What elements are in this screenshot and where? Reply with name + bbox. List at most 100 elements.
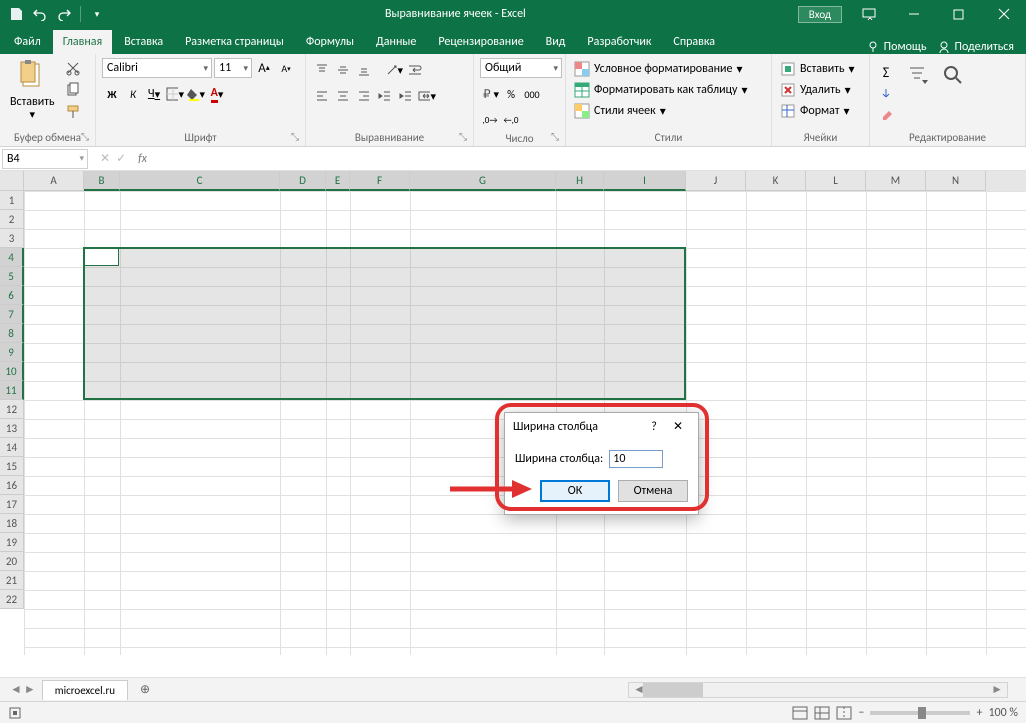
number-launcher-icon[interactable]: ⤡ — [548, 129, 562, 143]
redo-icon[interactable] — [54, 4, 74, 24]
tab-view[interactable]: Вид — [536, 30, 576, 54]
column-width-input[interactable] — [609, 450, 663, 468]
sheet-nav-prev-icon[interactable]: ◄ — [10, 682, 22, 697]
fx-icon[interactable]: fx — [138, 152, 147, 166]
row-header[interactable]: 17 — [0, 495, 24, 514]
row-header[interactable]: 12 — [0, 400, 24, 419]
font-size-combo[interactable]: 11 — [214, 58, 252, 78]
decrease-decimal-icon[interactable]: ←,0 — [501, 110, 521, 130]
cell-styles-button[interactable]: Стили ячеек▾ — [572, 102, 668, 120]
tab-home[interactable]: Главная — [53, 30, 112, 54]
italic-button[interactable]: К — [123, 84, 143, 104]
row-header[interactable]: 21 — [0, 571, 24, 590]
copy-icon[interactable] — [63, 80, 83, 100]
column-header[interactable]: I — [604, 171, 686, 191]
align-launcher-icon[interactable]: ⤡ — [456, 129, 470, 143]
underline-button[interactable]: Ч▾ — [144, 84, 164, 104]
font-color-icon[interactable]: А▾ — [207, 84, 227, 104]
tab-formulas[interactable]: Формулы — [296, 30, 364, 54]
record-macro-icon[interactable] — [8, 706, 22, 720]
row-header[interactable]: 20 — [0, 552, 24, 571]
dialog-close-icon[interactable]: ✕ — [666, 419, 690, 434]
zoom-slider[interactable] — [870, 711, 970, 715]
close-button[interactable] — [981, 0, 1026, 28]
wrap-text-icon[interactable] — [405, 60, 425, 80]
maximize-button[interactable] — [936, 0, 981, 28]
accept-formula-icon[interactable]: ✓ — [116, 151, 126, 166]
autosum-icon[interactable]: Σ — [876, 62, 896, 82]
row-header[interactable]: 3 — [0, 229, 24, 248]
column-header[interactable]: H — [556, 171, 604, 191]
align-middle-icon[interactable] — [333, 60, 353, 80]
save-icon[interactable] — [6, 4, 26, 24]
column-header[interactable]: C — [120, 171, 280, 191]
percent-icon[interactable]: % — [501, 84, 521, 104]
conditional-formatting-button[interactable]: Условное форматирование▾ — [572, 60, 744, 78]
row-header[interactable]: 8 — [0, 324, 24, 343]
view-layout-icon[interactable] — [814, 706, 830, 720]
align-top-icon[interactable] — [312, 60, 332, 80]
view-pagebreak-icon[interactable] — [836, 706, 852, 720]
tell-me-button[interactable]: Помощь — [866, 40, 927, 54]
column-header[interactable]: N — [926, 171, 986, 191]
sheet-nav-next-icon[interactable]: ► — [24, 682, 36, 697]
clipboard-launcher-icon[interactable]: ⤡ — [78, 129, 92, 143]
align-center-icon[interactable] — [333, 86, 353, 106]
row-header[interactable]: 10 — [0, 362, 24, 381]
increase-decimal-icon[interactable]: ,0→ — [480, 110, 500, 130]
font-launcher-icon[interactable]: ⤡ — [288, 129, 302, 143]
tab-file[interactable]: Файл — [4, 30, 51, 54]
sheet-tab[interactable]: microexcel.ru — [42, 680, 128, 700]
comma-icon[interactable]: 000 — [522, 84, 542, 104]
accounting-icon[interactable]: ₽▾ — [480, 84, 500, 104]
row-header[interactable]: 13 — [0, 419, 24, 438]
find-select-button[interactable] — [938, 62, 968, 88]
row-header[interactable]: 7 — [0, 305, 24, 324]
tab-layout[interactable]: Разметка страницы — [175, 30, 294, 54]
clear-icon[interactable] — [876, 106, 896, 126]
row-header[interactable]: 11 — [0, 381, 24, 400]
column-header[interactable]: D — [280, 171, 326, 191]
zoom-level[interactable]: 100 % — [988, 706, 1018, 720]
column-header[interactable]: E — [326, 171, 350, 191]
merge-icon[interactable]: ▾ — [417, 86, 437, 106]
row-header[interactable]: 14 — [0, 438, 24, 457]
cancel-formula-icon[interactable]: ✕ — [100, 151, 110, 166]
column-header[interactable]: G — [410, 171, 556, 191]
row-header[interactable]: 22 — [0, 590, 24, 609]
undo-icon[interactable] — [30, 4, 50, 24]
add-sheet-icon[interactable]: ⊕ — [134, 679, 156, 701]
delete-cells-button[interactable]: Удалить▾ — [778, 81, 853, 99]
ribbon-options-icon[interactable] — [846, 0, 891, 28]
row-header[interactable]: 4 — [0, 248, 24, 267]
tab-data[interactable]: Данные — [366, 30, 426, 54]
borders-icon[interactable]: ▾ — [165, 84, 185, 104]
sort-filter-button[interactable] — [902, 62, 932, 88]
column-header[interactable]: F — [350, 171, 410, 191]
align-bottom-icon[interactable] — [354, 60, 374, 80]
format-painter-icon[interactable] — [63, 102, 83, 122]
column-header[interactable]: K — [746, 171, 806, 191]
font-family-combo[interactable]: Calibri — [102, 58, 212, 78]
minimize-button[interactable] — [891, 0, 936, 28]
column-header[interactable]: A — [24, 171, 84, 191]
row-header[interactable]: 6 — [0, 286, 24, 305]
view-normal-icon[interactable] — [792, 706, 808, 720]
row-header[interactable]: 5 — [0, 267, 24, 286]
shrink-font-icon[interactable]: A▾ — [276, 58, 296, 78]
ok-button[interactable]: ОК — [540, 480, 610, 502]
grow-font-icon[interactable]: A▴ — [254, 58, 274, 78]
row-header[interactable]: 19 — [0, 533, 24, 552]
cancel-button[interactable]: Отмена — [618, 480, 688, 502]
tab-review[interactable]: Рецензирование — [428, 30, 533, 54]
column-header[interactable]: B — [84, 171, 120, 191]
insert-cells-button[interactable]: Вставить▾ — [778, 60, 857, 78]
orientation-icon[interactable]: ▾ — [384, 60, 404, 80]
increase-indent-icon[interactable] — [396, 86, 416, 106]
zoom-out-icon[interactable]: − — [858, 706, 864, 720]
paste-button[interactable]: Вставить▾ — [6, 58, 59, 123]
row-header[interactable]: 16 — [0, 476, 24, 495]
decrease-indent-icon[interactable] — [375, 86, 395, 106]
number-format-combo[interactable]: Общий — [480, 58, 562, 78]
active-cell[interactable] — [84, 248, 119, 266]
